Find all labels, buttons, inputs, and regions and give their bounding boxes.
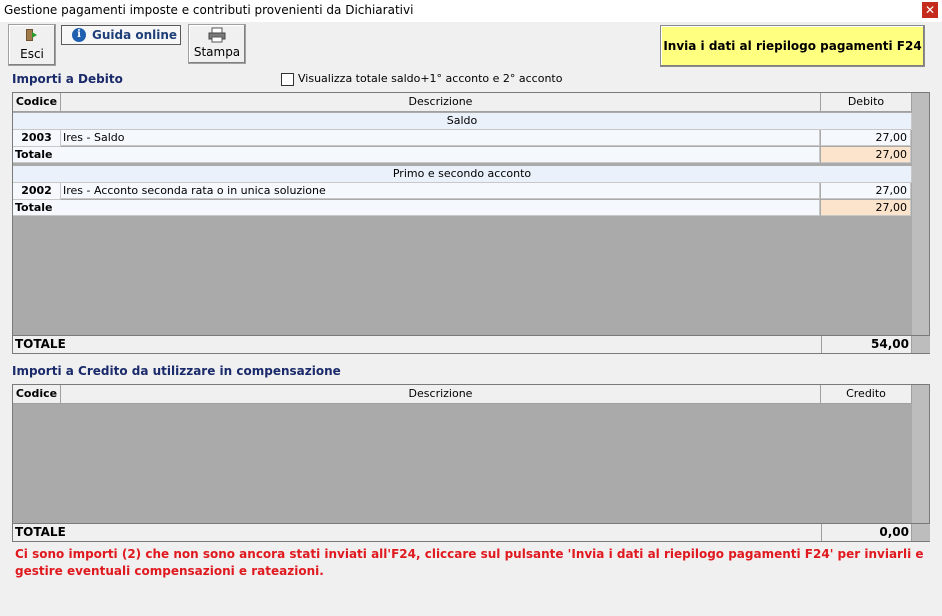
exit-icon: [25, 28, 39, 45]
printer-icon: [208, 27, 226, 46]
stampa-label: Stampa: [193, 45, 241, 59]
credito-section-title: Importi a Credito da utilizzare in compe…: [12, 364, 341, 378]
column-header-codice[interactable]: Codice: [13, 385, 61, 404]
info-icon: i: [72, 28, 86, 42]
group-label: Saldo: [13, 113, 912, 130]
warning-message: Ci sono importi (2) che non sono ancora …: [15, 547, 924, 578]
credito-grid[interactable]: Codice Descrizione Credito: [12, 384, 930, 524]
row-code[interactable]: 2002: [13, 183, 61, 200]
total-amount: 27,00: [821, 147, 911, 163]
grand-total-label: TOTALE: [15, 525, 66, 539]
debito-section-title: Importi a Debito: [12, 72, 123, 86]
close-button[interactable]: ✕: [922, 2, 938, 18]
row-description[interactable]: Ires - Acconto seconda rata o in unica s…: [61, 183, 820, 199]
checkbox-label: Visualizza totale saldo+1° acconto e 2° …: [298, 72, 563, 85]
grand-total-value: 54,00: [821, 336, 912, 353]
total-amount: 27,00: [821, 200, 911, 216]
esci-label: Esci: [20, 47, 44, 61]
group-label: Primo e secondo acconto: [13, 166, 912, 183]
row-description[interactable]: Ires - Saldo: [61, 130, 820, 146]
grand-total-tail: [911, 524, 930, 541]
row-code[interactable]: 2003: [13, 130, 61, 147]
credito-grid-scroll-area: [912, 385, 929, 523]
esci-button[interactable]: Esci: [8, 24, 56, 66]
column-header-descrizione[interactable]: Descrizione: [61, 93, 821, 112]
total-label: Totale: [13, 200, 820, 216]
column-header-descrizione[interactable]: Descrizione: [61, 385, 821, 404]
column-header-codice[interactable]: Codice: [13, 93, 61, 112]
debito-grid-scroll-area: [912, 93, 929, 335]
column-header-credito[interactable]: Credito: [821, 385, 912, 404]
column-header-debito[interactable]: Debito: [821, 93, 912, 112]
guida-online-button[interactable]: i Guida online: [61, 25, 181, 45]
guida-label: Guida online: [92, 28, 178, 42]
title-bar: Gestione pagamenti imposte e contributi …: [0, 0, 942, 22]
debito-grand-total-row: TOTALE 54,00: [12, 335, 930, 354]
grand-total-label: TOTALE: [15, 337, 66, 351]
credito-grand-total-row: TOTALE 0,00: [12, 523, 930, 542]
stampa-button[interactable]: Stampa: [188, 24, 246, 64]
row-amount[interactable]: 27,00: [821, 130, 911, 146]
invia-f24-button[interactable]: Invia i dati al riepilogo pagamenti F24: [660, 25, 925, 67]
debito-grid[interactable]: Codice Descrizione Debito Saldo 2003 Ire…: [12, 92, 930, 336]
window-title: Gestione pagamenti imposte e contributi …: [4, 3, 414, 17]
row-amount[interactable]: 27,00: [821, 183, 911, 199]
checkbox-box[interactable]: [281, 73, 294, 86]
grand-total-tail: [911, 336, 930, 353]
grand-total-value: 0,00: [821, 524, 912, 541]
total-label: Totale: [13, 147, 820, 163]
